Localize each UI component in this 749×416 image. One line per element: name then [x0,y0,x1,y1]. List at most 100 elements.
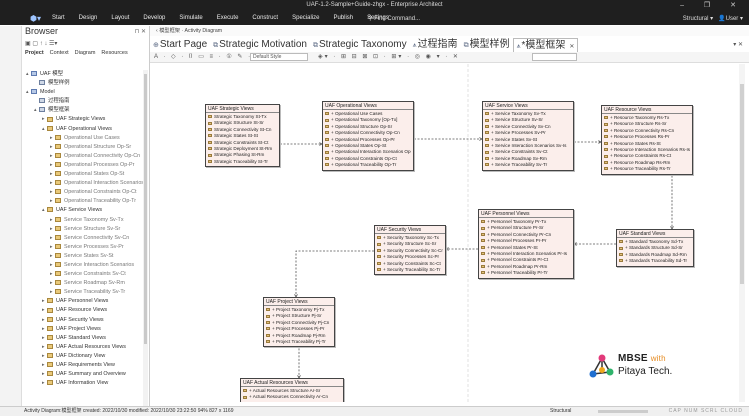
back-icon[interactable]: ‹ [156,28,158,34]
tree-item[interactable]: ▸ UAF Project Views [22,325,150,334]
app-logo-icon[interactable]: ⬢▾ [30,14,41,23]
perspective-selector[interactable]: Structural ▾ [683,16,713,22]
tree-item[interactable]: 过程指南 [22,97,150,106]
find-command[interactable]: ⚲ Find Command... [368,15,420,22]
tree-item[interactable]: ▸ Service Traceability Sv-Tr [22,288,150,297]
menu-right[interactable]: Structural ▾ 👤User ▾ [683,15,743,22]
element-item[interactable]: Strategic Traceability St-Tr [208,159,277,165]
document-tab[interactable]: ⧉Strategic Taxonomy [310,38,410,52]
menu-item-execute[interactable]: Execute [217,15,239,21]
tree-item[interactable]: ▴ UAF Operational Views [22,125,150,134]
package-element-security[interactable]: UAF Security Views + Security Taxonomy Sc… [374,225,446,276]
menu-item-start[interactable]: Start [52,15,65,21]
menu-item-layout[interactable]: Layout [111,15,129,21]
element-item[interactable]: + Resource Traceability Rs-Tr [604,166,690,172]
tree-item[interactable]: ▸ UAF Requirements View [22,361,150,370]
tree-item[interactable]: ▸ Operational Interaction Scenarios [22,179,150,188]
format-tools[interactable]: A · ◇ · ⌷ ▭ ≡ · ① ✎ · ⇲ [154,52,263,63]
tree-item[interactable]: ▸ UAF Personnel Views [22,297,150,306]
tree-item[interactable]: ▸ Operational Traceability Op-Tr [22,197,150,206]
tree-item[interactable]: ▴ 模型框架 [22,106,150,115]
element-item[interactable]: + Personnel Traceability Pr-Tr [481,270,571,276]
package-element-project[interactable]: UAF Project Views + Project Taxonomy Pj-T… [263,297,335,348]
tree-item[interactable]: ▸ UAF Resource Views [22,306,150,315]
browser-tab-resources[interactable]: Resources [101,50,127,59]
tree-item[interactable]: ▸ Operational States Op-St [22,170,150,179]
zoom-slider[interactable] [598,410,648,413]
tree-item[interactable]: ▸ Service Structure Sv-Sr [22,225,150,234]
tree-item[interactable]: ▸ Service Connectivity Sv-Cn [22,234,150,243]
close-tab-icon[interactable]: ✕ [569,44,574,50]
menu-item-simulate[interactable]: Simulate [179,15,202,21]
element-item[interactable]: + Operational Traceability Op-Tr [325,162,411,168]
document-tab[interactable]: ⧉Strategic Motivation [210,38,310,52]
package-element-operational[interactable]: UAF Operational Views + Operational Use C… [322,101,414,171]
tree-item[interactable]: ▸ Service Taxonomy Sv-Tx [22,216,150,225]
align-tools[interactable]: ◈▾ · ⊞ ⊟ ⊠ ⊡ · ⊞▾ · ◎ ◉ ▾ · ✕ [318,52,460,63]
tree-item[interactable]: ▸ Operational Processes Op-Pr [22,161,150,170]
diagram-filter[interactable] [532,53,577,61]
document-tab[interactable]: ⧉模型样例 [461,38,513,52]
tree-item[interactable]: ▸ UAF Actual Resources Views [22,343,150,352]
menu-item-develop[interactable]: Develop [143,15,165,21]
document-tab[interactable]: ⩚过程指南 [410,38,461,52]
document-tab[interactable]: ⊕Start Page [150,38,210,52]
package-element-resource[interactable]: UAF Resource Views + Resource Taxonomy Rs… [601,105,693,175]
tree-item[interactable]: ▸ Operational Structure Op-Sr [22,143,150,152]
tree-item[interactable]: ▸ UAF Strategic Views [22,115,150,124]
element-item[interactable]: + Standards Traceability Sd-Tr [619,258,691,264]
browser-tab-context[interactable]: Context [50,50,69,59]
tree-item[interactable]: ▴ Model [22,88,150,97]
menu-item-publish[interactable]: Publish [333,15,353,21]
diagram-scroll-thumb[interactable] [740,84,744,284]
tree-item[interactable]: ▸ UAF Information View [22,379,150,388]
tree-item[interactable]: ▴ UAF 模型 [22,70,150,79]
tree-item[interactable]: ▸ Service Processes Sv-Pr [22,243,150,252]
tree-item[interactable]: ▸ Operational Use Cases [22,134,150,143]
browser-tab-project[interactable]: Project [25,50,44,59]
tree-item[interactable]: ▸ Service States Sv-St [22,252,150,261]
diagram-scrollbar[interactable] [739,64,745,402]
browser-tab-diagram[interactable]: Diagram [75,50,96,59]
new-package-icon[interactable]: ▣ [25,41,31,47]
menu-item-specialize[interactable]: Specialize [292,15,319,21]
tree-item[interactable]: ▸ Service Roadmap Sv-Rm [22,279,150,288]
browser-toolbar[interactable]: ▣ ▢ ↑ ↓ ☰▾ [22,40,149,50]
tree-item[interactable]: 模型样例 [22,79,150,88]
package-icon [485,112,489,116]
package-element-service[interactable]: UAF Service Views + Service Taxonomy Sv-T… [482,101,574,171]
tree-item[interactable]: ▸ UAF Standard Views [22,334,150,343]
move-up-icon[interactable]: ↑ [40,41,43,47]
package-element-strategic[interactable]: UAF Strategic Views Strategic Taxonomy St… [205,104,280,168]
tab-list-arrow-icon[interactable]: ▾ ✕ [733,41,743,48]
element-item[interactable]: + Service Traceability Sv-Tr [485,162,571,168]
package-element-personnel[interactable]: UAF Personnel Views + Personnel Taxonomy … [478,209,574,279]
tree-item[interactable]: ▸ Service Interaction Scenarios [22,261,150,270]
menu-icon[interactable]: ☰▾ [49,41,57,47]
menu-item-construct[interactable]: Construct [252,15,278,21]
package-element-standard[interactable]: UAF Standard Views + Standard Taxonomy Sd… [616,229,694,267]
element-item[interactable]: + Project Traceability Pj-Tr [266,339,332,345]
tree-item[interactable]: ▸ Service Constraints Sv-Ct [22,270,150,279]
pin-icon[interactable]: ⊓ ✕ [135,28,146,35]
tree-item[interactable]: ▸ UAF Summary and Overview [22,370,150,379]
menu-item-design[interactable]: Design [79,15,98,21]
tree-item[interactable]: ▸ Operational Constraints Op-Ct [22,188,150,197]
connector-security-project[interactable] [295,250,374,297]
element-item[interactable]: + Security Traceability Sc-Tr [377,267,443,273]
element-item[interactable]: + Actual Resources Connectivity Ar-Cn [243,394,341,400]
browser-scroll-thumb[interactable] [144,74,147,344]
package-element-actual[interactable]: UAF Actual Resources Views + Actual Resou… [240,378,344,402]
tree-item[interactable]: ▴ UAF Service Views [22,206,150,215]
document-tab[interactable]: ⩚*模型框架 ✕ [512,38,579,52]
new-element-icon[interactable]: ▢ [32,41,38,47]
tree-item[interactable]: ▸ UAF Dictionary View [22,352,150,361]
window-controls[interactable]: – ❐ ✕ [680,1,745,9]
tree-item[interactable]: ▸ UAF Security Views [22,316,150,325]
browser-scrollbar[interactable] [143,70,148,406]
move-down-icon[interactable]: ↓ [44,41,47,47]
element-item-label: + Personnel Interaction Scenarios Pr-Is [487,250,568,256]
style-select[interactable]: Default Style [250,53,308,61]
user-menu[interactable]: User ▾ [726,16,743,22]
tree-item[interactable]: ▸ Operational Connectivity Op-Cn [22,152,150,161]
